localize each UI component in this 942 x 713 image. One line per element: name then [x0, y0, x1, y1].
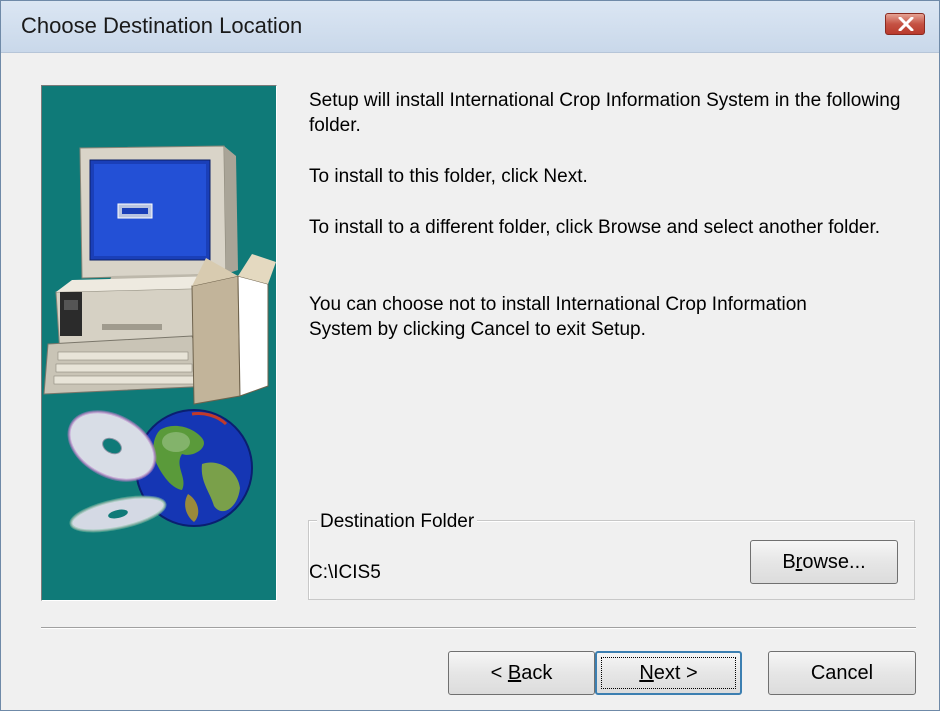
setup-dialog: Choose Destination Location Setup will i…: [0, 0, 940, 711]
next-button[interactable]: Next >: [595, 651, 742, 695]
browse-instruction-text: To install to a different folder, click …: [309, 217, 881, 238]
setup-illustration: [41, 85, 277, 601]
browse-label-suffix: owse...: [802, 551, 866, 573]
divider: [41, 627, 916, 629]
browse-label-prefix: B: [782, 551, 796, 573]
focus-indicator: [601, 657, 736, 689]
close-icon: [898, 17, 914, 31]
title-bar[interactable]: Choose Destination Location: [1, 1, 939, 53]
intro-text: Setup will install International Crop In…: [309, 90, 901, 136]
cancel-instruction-text: You can choose not to install Internatio…: [309, 294, 807, 340]
back-label-mnemonic: B: [507, 662, 522, 684]
computer-globe-cd-illustration: [43, 145, 276, 533]
next-instruction-text: To install to this folder, click Next.: [309, 166, 588, 187]
browse-button[interactable]: Browse...: [750, 540, 898, 584]
window-title: Choose Destination Location: [21, 13, 303, 38]
destination-folder-label: Destination Folder: [317, 510, 478, 534]
close-button[interactable]: [885, 13, 925, 35]
cancel-button[interactable]: Cancel: [768, 651, 916, 695]
destination-path: C:\ICIS5: [309, 562, 381, 583]
back-button[interactable]: < Back: [448, 651, 595, 695]
back-label-prefix: <: [490, 662, 508, 684]
back-label-suffix: ack: [521, 662, 553, 684]
